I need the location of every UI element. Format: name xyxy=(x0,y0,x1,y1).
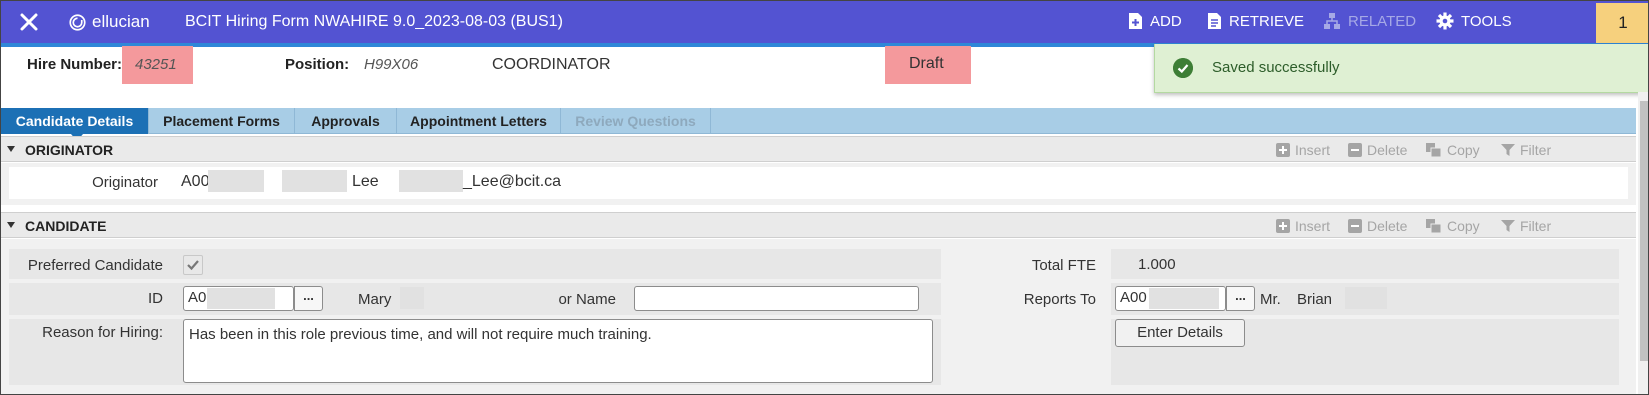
filter-icon xyxy=(1501,220,1515,232)
tab-review-questions[interactable]: Review Questions xyxy=(561,108,711,134)
reason-for-hiring-text: Has been in this role previous time, and… xyxy=(189,326,652,343)
originator-id: A00 xyxy=(181,173,210,190)
position-label: Position: xyxy=(285,56,350,73)
related-label: RELATED xyxy=(1348,12,1417,30)
collapse-triangle-icon[interactable] xyxy=(7,146,15,152)
delete-icon xyxy=(1348,219,1362,233)
toast-message: Saved successfully xyxy=(1212,59,1340,76)
preferred-candidate-label: Preferred Candidate xyxy=(27,257,163,274)
insert-button[interactable]: Insert xyxy=(1276,218,1330,234)
add-icon xyxy=(1129,13,1142,29)
filter-button[interactable]: Filter xyxy=(1501,218,1551,234)
copy-icon xyxy=(1426,143,1442,157)
delete-label: Delete xyxy=(1367,218,1408,234)
scrollbar-thumb[interactable] xyxy=(1640,101,1648,361)
redacted-originator-email xyxy=(399,170,463,192)
insert-label: Insert xyxy=(1295,218,1331,234)
redacted-originator-id xyxy=(208,170,264,192)
checkmark-circle-icon xyxy=(1173,58,1193,78)
originator-label: Originator xyxy=(92,174,158,191)
hire-number-label: Hire Number: xyxy=(27,56,123,73)
success-toast[interactable]: Saved successfully xyxy=(1154,44,1648,93)
reports-to-label: Reports To xyxy=(1023,291,1096,308)
reports-to-title: Mr. xyxy=(1260,291,1281,308)
copy-label: Copy xyxy=(1447,142,1480,158)
delete-button[interactable]: Delete xyxy=(1348,218,1407,234)
tools-label: TOOLS xyxy=(1461,12,1512,30)
reports-to-id-value: A00 xyxy=(1120,289,1147,306)
total-fte-label: Total FTE xyxy=(1031,257,1096,274)
retrieve-icon xyxy=(1208,13,1221,29)
related-button[interactable]: RELATED xyxy=(1323,12,1416,30)
reason-for-hiring-label: Reason for Hiring: xyxy=(42,324,163,341)
status-badge: Draft xyxy=(909,55,944,72)
tab-candidate-details[interactable]: Candidate Details xyxy=(1,108,149,134)
originator-last-name: Lee xyxy=(352,173,379,190)
candidate-section-title: CANDIDATE xyxy=(25,218,107,234)
originator-email: _Lee@bcit.ca xyxy=(463,173,562,190)
tab-approvals[interactable]: Approvals xyxy=(295,108,397,134)
originator-section-header: ORIGINATOR Insert Delete Copy Filter xyxy=(1,136,1636,162)
redacted-originator-first-name xyxy=(282,170,347,192)
candidate-section-header: CANDIDATE Insert Delete Copy Filter xyxy=(1,212,1636,238)
app-frame: ellucian BCIT Hiring Form NWAHIRE 9.0_20… xyxy=(0,0,1649,395)
delete-button[interactable]: Delete xyxy=(1348,142,1407,158)
redacted-candidate-last-name xyxy=(400,287,424,309)
reports-to-first-name: Brian xyxy=(1297,291,1333,308)
originator-section-title: ORIGINATOR xyxy=(25,142,114,158)
add-label: ADD xyxy=(1150,12,1182,30)
brand-name: ellucian xyxy=(92,12,150,31)
insert-icon xyxy=(1276,143,1290,157)
close-icon[interactable] xyxy=(17,10,41,34)
tools-button[interactable]: TOOLS xyxy=(1436,12,1512,30)
insert-button[interactable]: Insert xyxy=(1276,142,1330,158)
filter-icon xyxy=(1501,144,1515,156)
brand: ellucian xyxy=(69,12,150,32)
redacted-reports-to-id xyxy=(1149,288,1219,309)
tab-appointment-letters[interactable]: Appointment Letters xyxy=(397,108,561,134)
tab-bar: Candidate Details Placement Forms Approv… xyxy=(1,108,1636,134)
notification-badge[interactable]: 1 xyxy=(1596,3,1648,43)
filter-label: Filter xyxy=(1520,218,1552,234)
related-icon xyxy=(1324,13,1340,29)
add-button[interactable]: ADD xyxy=(1128,12,1182,30)
candidate-id-value: A0 xyxy=(188,289,207,306)
filter-button[interactable]: Filter xyxy=(1501,142,1551,158)
or-name-label: or Name xyxy=(558,291,616,308)
hire-number-value: 43251 xyxy=(135,56,177,73)
page-title: BCIT Hiring Form NWAHIRE 9.0_2023-08-03 … xyxy=(185,13,563,30)
preferred-candidate-checkbox[interactable] xyxy=(183,255,203,275)
collapse-triangle-icon[interactable] xyxy=(7,222,15,228)
insert-label: Insert xyxy=(1295,142,1331,158)
copy-icon xyxy=(1426,219,1442,233)
id-label: ID xyxy=(148,290,163,307)
candidate-name-input[interactable] xyxy=(634,286,919,311)
retrieve-label: RETRIEVE xyxy=(1229,12,1305,30)
filter-label: Filter xyxy=(1520,142,1552,158)
redacted-candidate-id xyxy=(207,288,275,309)
top-bar: ellucian BCIT Hiring Form NWAHIRE 9.0_20… xyxy=(1,1,1648,43)
gear-icon xyxy=(1436,12,1454,30)
delete-icon xyxy=(1348,143,1362,157)
reports-to-lookup-button[interactable]: ... xyxy=(1226,286,1255,311)
reason-for-hiring-textarea[interactable]: Has been in this role previous time, and… xyxy=(183,319,933,383)
enter-details-button[interactable]: Enter Details xyxy=(1115,319,1245,347)
copy-button[interactable]: Copy xyxy=(1426,218,1480,234)
delete-label: Delete xyxy=(1367,142,1408,158)
checkbox-check-icon xyxy=(187,260,199,271)
redacted-reports-to-last-name xyxy=(1345,287,1387,309)
tab-placement-forms[interactable]: Placement Forms xyxy=(149,108,295,134)
candidate-first-name: Mary xyxy=(358,291,392,308)
position-code: H99X06 xyxy=(364,56,419,73)
total-fte-value: 1.000 xyxy=(1138,256,1176,273)
position-title: COORDINATOR xyxy=(492,56,611,73)
retrieve-button[interactable]: RETRIEVE xyxy=(1207,12,1304,30)
ellucian-logo-icon xyxy=(69,13,86,31)
fte-row xyxy=(1111,249,1619,279)
copy-button[interactable]: Copy xyxy=(1426,142,1480,158)
insert-icon xyxy=(1276,219,1290,233)
candidate-id-lookup-button[interactable]: ... xyxy=(294,286,323,311)
copy-label: Copy xyxy=(1447,218,1480,234)
